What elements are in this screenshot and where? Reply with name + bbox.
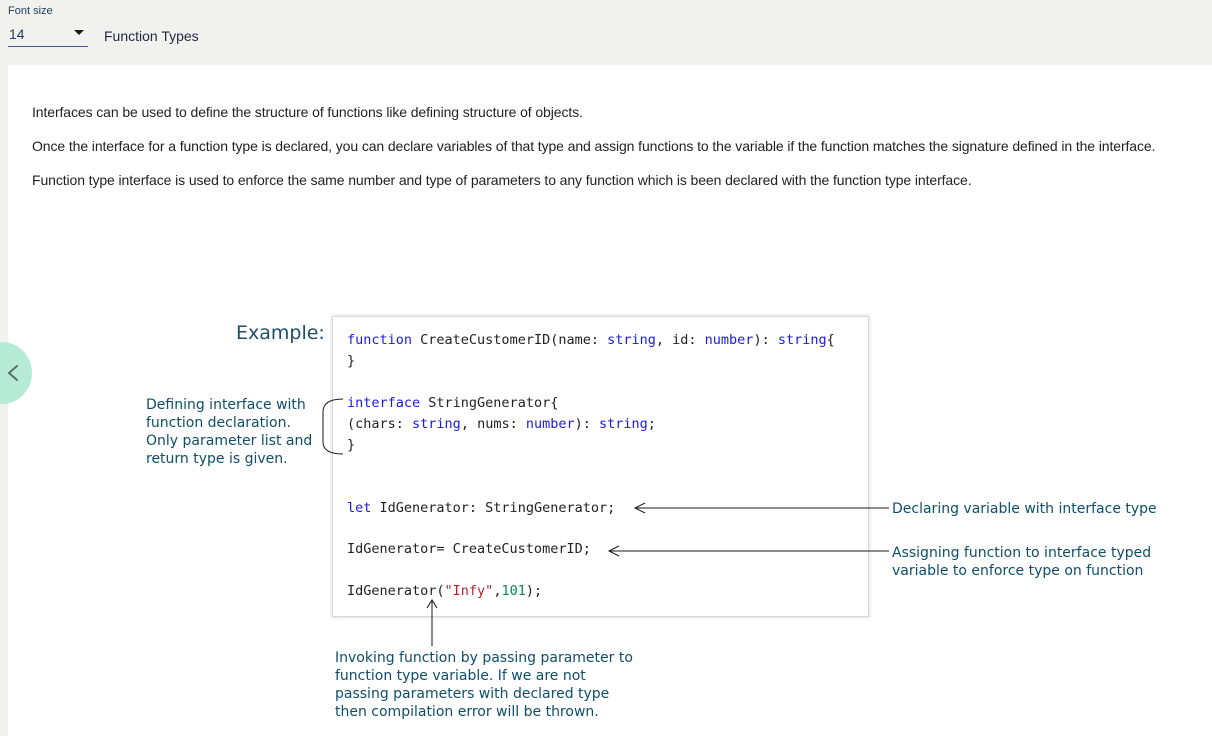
code-line: interface StringGenerator{ <box>347 395 559 411</box>
code-line: } <box>347 437 356 453</box>
top-bar: Font size 14 Function Types <box>0 0 1212 64</box>
code-line: IdGenerator= CreateCustomerID; <box>347 541 591 557</box>
code-line: (chars: string, nums: number): string; <box>347 416 656 432</box>
paragraph: Once the interface for a function type i… <box>32 138 1156 154</box>
example-label: Example: <box>236 322 325 344</box>
chevron-left-icon <box>8 365 18 381</box>
font-size-value: 14 <box>9 26 25 42</box>
font-size-select[interactable]: 14 <box>8 22 88 47</box>
annotation-invoking: Invoking function by passing parameter t… <box>335 650 633 720</box>
paragraph: Function type interface is used to enfor… <box>32 172 972 188</box>
annotation-interface: Defining interface with function declara… <box>146 397 313 467</box>
font-size-label: Font size <box>8 5 53 17</box>
caret-down-icon <box>74 30 84 35</box>
code-line: let IdGenerator: StringGenerator; <box>347 500 616 516</box>
code-line: function CreateCustomerID(name: string, … <box>347 332 835 348</box>
annotation-declaring: Declaring variable with interface type <box>892 501 1157 517</box>
page-title: Function Types <box>104 28 199 44</box>
annotation-assigning: Assigning function to interface typed va… <box>892 545 1152 579</box>
code-line: } <box>347 353 356 369</box>
code-box: function CreateCustomerID(name: string, … <box>332 316 869 617</box>
paragraph: Interfaces can be used to define the str… <box>32 104 583 120</box>
code-line: IdGenerator("Infy",101); <box>347 583 543 599</box>
